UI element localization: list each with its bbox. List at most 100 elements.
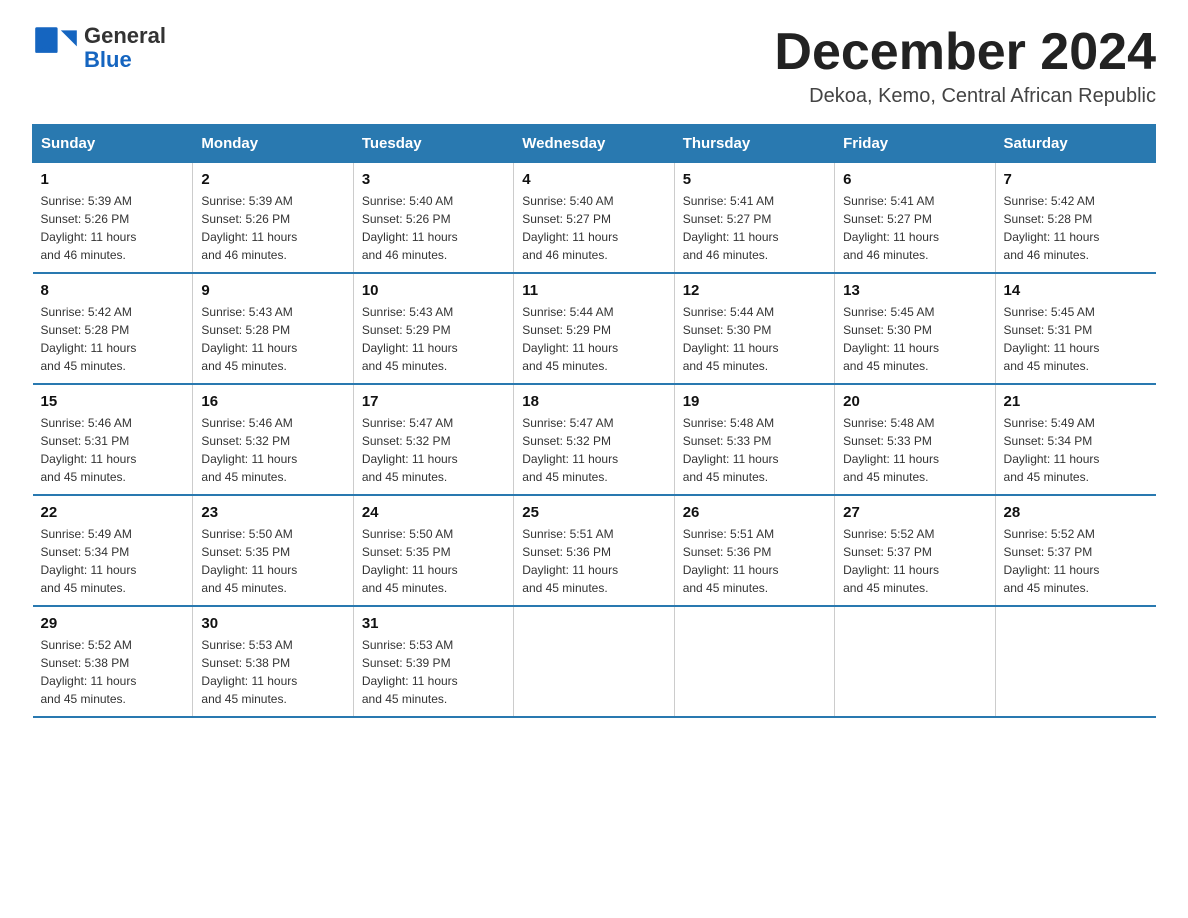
calendar-cell: 4 Sunrise: 5:40 AMSunset: 5:27 PMDaylight… [514, 163, 674, 274]
logo-general-text: General [84, 24, 166, 48]
day-number: 26 [683, 504, 826, 521]
col-tuesday: Tuesday [353, 125, 513, 163]
calendar-week-row: 29 Sunrise: 5:52 AMSunset: 5:38 PMDayligh… [33, 606, 1156, 717]
calendar-cell: 17Sunrise: 5:47 AMSunset: 5:32 PMDayligh… [353, 384, 513, 495]
calendar-title: December 2024 [774, 24, 1156, 81]
day-info: Sunrise: 5:42 AMSunset: 5:28 PMDaylight:… [1004, 192, 1148, 264]
calendar-cell: 22Sunrise: 5:49 AMSunset: 5:34 PMDayligh… [33, 495, 193, 606]
day-number: 17 [362, 393, 505, 410]
day-number: 15 [41, 393, 185, 410]
calendar-cell [995, 606, 1155, 717]
day-info: Sunrise: 5:39 AMSunset: 5:26 PMDaylight:… [41, 192, 185, 264]
day-info: Sunrise: 5:44 AMSunset: 5:29 PMDaylight:… [522, 303, 665, 375]
calendar-cell [835, 606, 995, 717]
day-info: Sunrise: 5:52 AMSunset: 5:38 PMDaylight:… [41, 636, 185, 708]
day-number: 5 [683, 171, 826, 188]
calendar-cell: 14Sunrise: 5:45 AMSunset: 5:31 PMDayligh… [995, 273, 1155, 384]
day-number: 25 [522, 504, 665, 521]
day-info: Sunrise: 5:46 AMSunset: 5:32 PMDaylight:… [201, 414, 344, 486]
day-info: Sunrise: 5:48 AMSunset: 5:33 PMDaylight:… [683, 414, 826, 486]
day-number: 9 [201, 282, 344, 299]
day-number: 30 [201, 615, 344, 632]
calendar-cell: 31Sunrise: 5:53 AMSunset: 5:39 PMDayligh… [353, 606, 513, 717]
day-info: Sunrise: 5:52 AMSunset: 5:37 PMDaylight:… [1004, 525, 1148, 597]
day-number: 23 [201, 504, 344, 521]
logo-icon [32, 24, 80, 72]
day-info: Sunrise: 5:50 AMSunset: 5:35 PMDaylight:… [362, 525, 505, 597]
day-number: 4 [522, 171, 665, 188]
day-info: Sunrise: 5:48 AMSunset: 5:33 PMDaylight:… [843, 414, 986, 486]
day-number: 2 [201, 171, 344, 188]
day-info: Sunrise: 5:40 AMSunset: 5:26 PMDaylight:… [362, 192, 505, 264]
calendar-cell: 19 Sunrise: 5:48 AMSunset: 5:33 PMDayligh… [674, 384, 834, 495]
day-number: 27 [843, 504, 986, 521]
day-number: 12 [683, 282, 826, 299]
day-info: Sunrise: 5:40 AMSunset: 5:27 PMDaylight:… [522, 192, 665, 264]
day-number: 31 [362, 615, 505, 632]
calendar-cell: 12 Sunrise: 5:44 AMSunset: 5:30 PMDayligh… [674, 273, 834, 384]
calendar-cell: 27 Sunrise: 5:52 AMSunset: 5:37 PMDayligh… [835, 495, 995, 606]
day-number: 16 [201, 393, 344, 410]
col-sunday: Sunday [33, 125, 193, 163]
calendar-cell: 28 Sunrise: 5:52 AMSunset: 5:37 PMDayligh… [995, 495, 1155, 606]
day-info: Sunrise: 5:44 AMSunset: 5:30 PMDaylight:… [683, 303, 826, 375]
day-number: 7 [1004, 171, 1148, 188]
day-info: Sunrise: 5:46 AMSunset: 5:31 PMDaylight:… [41, 414, 185, 486]
day-info: Sunrise: 5:47 AMSunset: 5:32 PMDaylight:… [522, 414, 665, 486]
calendar-cell: 1Sunrise: 5:39 AMSunset: 5:26 PMDaylight… [33, 163, 193, 274]
calendar-cell: 6 Sunrise: 5:41 AMSunset: 5:27 PMDaylight… [835, 163, 995, 274]
day-info: Sunrise: 5:45 AMSunset: 5:30 PMDaylight:… [843, 303, 986, 375]
col-wednesday: Wednesday [514, 125, 674, 163]
day-number: 29 [41, 615, 185, 632]
day-info: Sunrise: 5:43 AMSunset: 5:29 PMDaylight:… [362, 303, 505, 375]
day-info: Sunrise: 5:52 AMSunset: 5:37 PMDaylight:… [843, 525, 986, 597]
logo: General Blue [32, 24, 166, 72]
day-info: Sunrise: 5:49 AMSunset: 5:34 PMDaylight:… [1004, 414, 1148, 486]
day-number: 13 [843, 282, 986, 299]
calendar-cell: 5 Sunrise: 5:41 AMSunset: 5:27 PMDaylight… [674, 163, 834, 274]
logo-text: General Blue [84, 24, 166, 72]
day-number: 6 [843, 171, 986, 188]
calendar-cell: 7 Sunrise: 5:42 AMSunset: 5:28 PMDaylight… [995, 163, 1155, 274]
calendar-cell [514, 606, 674, 717]
day-info: Sunrise: 5:51 AMSunset: 5:36 PMDaylight:… [522, 525, 665, 597]
calendar-cell: 9 Sunrise: 5:43 AMSunset: 5:28 PMDaylight… [193, 273, 353, 384]
calendar-cell: 15 Sunrise: 5:46 AMSunset: 5:31 PMDayligh… [33, 384, 193, 495]
day-info: Sunrise: 5:41 AMSunset: 5:27 PMDaylight:… [683, 192, 826, 264]
day-info: Sunrise: 5:50 AMSunset: 5:35 PMDaylight:… [201, 525, 344, 597]
day-number: 3 [362, 171, 505, 188]
day-number: 11 [522, 282, 665, 299]
calendar-week-row: 22Sunrise: 5:49 AMSunset: 5:34 PMDayligh… [33, 495, 1156, 606]
calendar-cell: 20 Sunrise: 5:48 AMSunset: 5:33 PMDayligh… [835, 384, 995, 495]
day-number: 8 [41, 282, 185, 299]
col-monday: Monday [193, 125, 353, 163]
day-number: 19 [683, 393, 826, 410]
day-number: 28 [1004, 504, 1148, 521]
calendar-cell: 13 Sunrise: 5:45 AMSunset: 5:30 PMDayligh… [835, 273, 995, 384]
calendar-cell: 16 Sunrise: 5:46 AMSunset: 5:32 PMDayligh… [193, 384, 353, 495]
calendar-cell: 29 Sunrise: 5:52 AMSunset: 5:38 PMDayligh… [33, 606, 193, 717]
calendar-subtitle: Dekoa, Kemo, Central African Republic [774, 85, 1156, 108]
logo-blue-text: Blue [84, 48, 166, 72]
calendar-cell: 21Sunrise: 5:49 AMSunset: 5:34 PMDayligh… [995, 384, 1155, 495]
day-info: Sunrise: 5:41 AMSunset: 5:27 PMDaylight:… [843, 192, 986, 264]
calendar-cell: 2Sunrise: 5:39 AMSunset: 5:26 PMDaylight… [193, 163, 353, 274]
day-number: 18 [522, 393, 665, 410]
page-header: General Blue December 2024 Dekoa, Kemo, … [32, 24, 1156, 108]
calendar-cell: 18 Sunrise: 5:47 AMSunset: 5:32 PMDayligh… [514, 384, 674, 495]
calendar-table: Sunday Monday Tuesday Wednesday Thursday… [32, 124, 1156, 718]
day-info: Sunrise: 5:43 AMSunset: 5:28 PMDaylight:… [201, 303, 344, 375]
calendar-cell: 30Sunrise: 5:53 AMSunset: 5:38 PMDayligh… [193, 606, 353, 717]
calendar-cell: 3 Sunrise: 5:40 AMSunset: 5:26 PMDaylight… [353, 163, 513, 274]
calendar-cell: 10Sunrise: 5:43 AMSunset: 5:29 PMDayligh… [353, 273, 513, 384]
day-info: Sunrise: 5:51 AMSunset: 5:36 PMDaylight:… [683, 525, 826, 597]
calendar-cell: 24 Sunrise: 5:50 AMSunset: 5:35 PMDayligh… [353, 495, 513, 606]
day-info: Sunrise: 5:45 AMSunset: 5:31 PMDaylight:… [1004, 303, 1148, 375]
calendar-cell: 11 Sunrise: 5:44 AMSunset: 5:29 PMDayligh… [514, 273, 674, 384]
day-number: 24 [362, 504, 505, 521]
calendar-week-row: 15 Sunrise: 5:46 AMSunset: 5:31 PMDayligh… [33, 384, 1156, 495]
col-thursday: Thursday [674, 125, 834, 163]
calendar-header-row: Sunday Monday Tuesday Wednesday Thursday… [33, 125, 1156, 163]
day-info: Sunrise: 5:49 AMSunset: 5:34 PMDaylight:… [41, 525, 185, 597]
day-number: 20 [843, 393, 986, 410]
